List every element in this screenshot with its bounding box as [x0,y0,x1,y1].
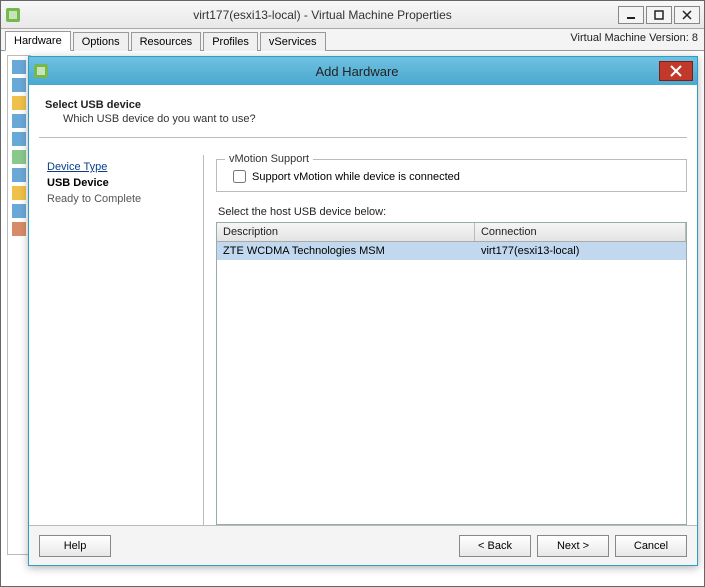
dialog-close-button[interactable] [659,61,693,81]
wizard-nav: Device Type USB Device Ready to Complete [39,155,199,525]
device-icon [12,114,26,128]
add-hardware-dialog: Add Hardware Select USB device Which USB… [28,56,698,566]
vmotion-checkbox[interactable] [233,170,246,183]
nav-usb-device: USB Device [47,177,191,189]
nav-ready-to-complete: Ready to Complete [47,193,191,205]
table-row[interactable]: ZTE WCDMA Technologies MSM virt177(esxi1… [217,242,686,260]
parent-window-controls [618,6,700,24]
tab-resources[interactable]: Resources [131,32,202,51]
maximize-button[interactable] [646,6,672,24]
device-icon [12,150,26,164]
dialog-titlebar: Add Hardware [29,57,697,85]
vmotion-legend: vMotion Support [225,153,313,165]
device-icon [12,186,26,200]
dialog-title: Add Hardware [55,64,659,79]
col-connection[interactable]: Connection [475,223,686,241]
minimize-button[interactable] [618,6,644,24]
parent-window-title: virt177(esxi13-local) - Virtual Machine … [27,8,618,22]
tab-options[interactable]: Options [73,32,129,51]
cell-connection: virt177(esxi13-local) [475,242,686,260]
cell-description: ZTE WCDMA Technologies MSM [217,242,475,260]
device-icon [12,132,26,146]
device-icon [12,78,26,92]
dialog-footer: Help < Back Next > Cancel [29,525,697,565]
vm-version-label: Virtual Machine Version: 8 [570,32,698,44]
vertical-divider [203,155,204,525]
step-subtitle: Which USB device do you want to use? [63,113,681,125]
tab-vservices[interactable]: vServices [260,32,326,51]
dialog-body: Select USB device Which USB device do yo… [29,85,697,525]
device-icon [12,204,26,218]
divider [39,137,687,138]
table-body[interactable]: ZTE WCDMA Technologies MSM virt177(esxi1… [217,242,686,524]
usb-device-table: Description Connection ZTE WCDMA Technol… [216,222,687,525]
usb-list-label: Select the host USB device below: [218,206,687,218]
table-header: Description Connection [217,223,686,242]
vsphere-icon [5,7,21,23]
vmotion-checkbox-row[interactable]: Support vMotion while device is connecte… [225,170,678,183]
device-icon [12,222,26,236]
footer-right: < Back Next > Cancel [459,535,687,557]
back-button[interactable]: < Back [459,535,531,557]
vmotion-groupbox: vMotion Support Support vMotion while de… [216,159,687,192]
wizard-columns: Device Type USB Device Ready to Complete… [39,155,687,525]
wizard-content: vMotion Support Support vMotion while de… [208,155,687,525]
device-icon [12,168,26,182]
device-icon [12,60,26,74]
col-description[interactable]: Description [217,223,475,241]
close-button[interactable] [674,6,700,24]
device-icon [12,96,26,110]
nav-device-type[interactable]: Device Type [47,161,191,173]
parent-titlebar: virt177(esxi13-local) - Virtual Machine … [1,1,704,29]
tab-hardware[interactable]: Hardware [5,31,71,51]
step-header: Select USB device Which USB device do yo… [39,93,687,135]
tab-profiles[interactable]: Profiles [203,32,258,51]
parent-tabs: Hardware Options Resources Profiles vSer… [1,29,704,51]
cancel-button[interactable]: Cancel [615,535,687,557]
next-button[interactable]: Next > [537,535,609,557]
vsphere-icon [33,63,49,79]
help-button[interactable]: Help [39,535,111,557]
step-title: Select USB device [45,99,681,111]
vmotion-checkbox-label: Support vMotion while device is connecte… [252,171,460,183]
